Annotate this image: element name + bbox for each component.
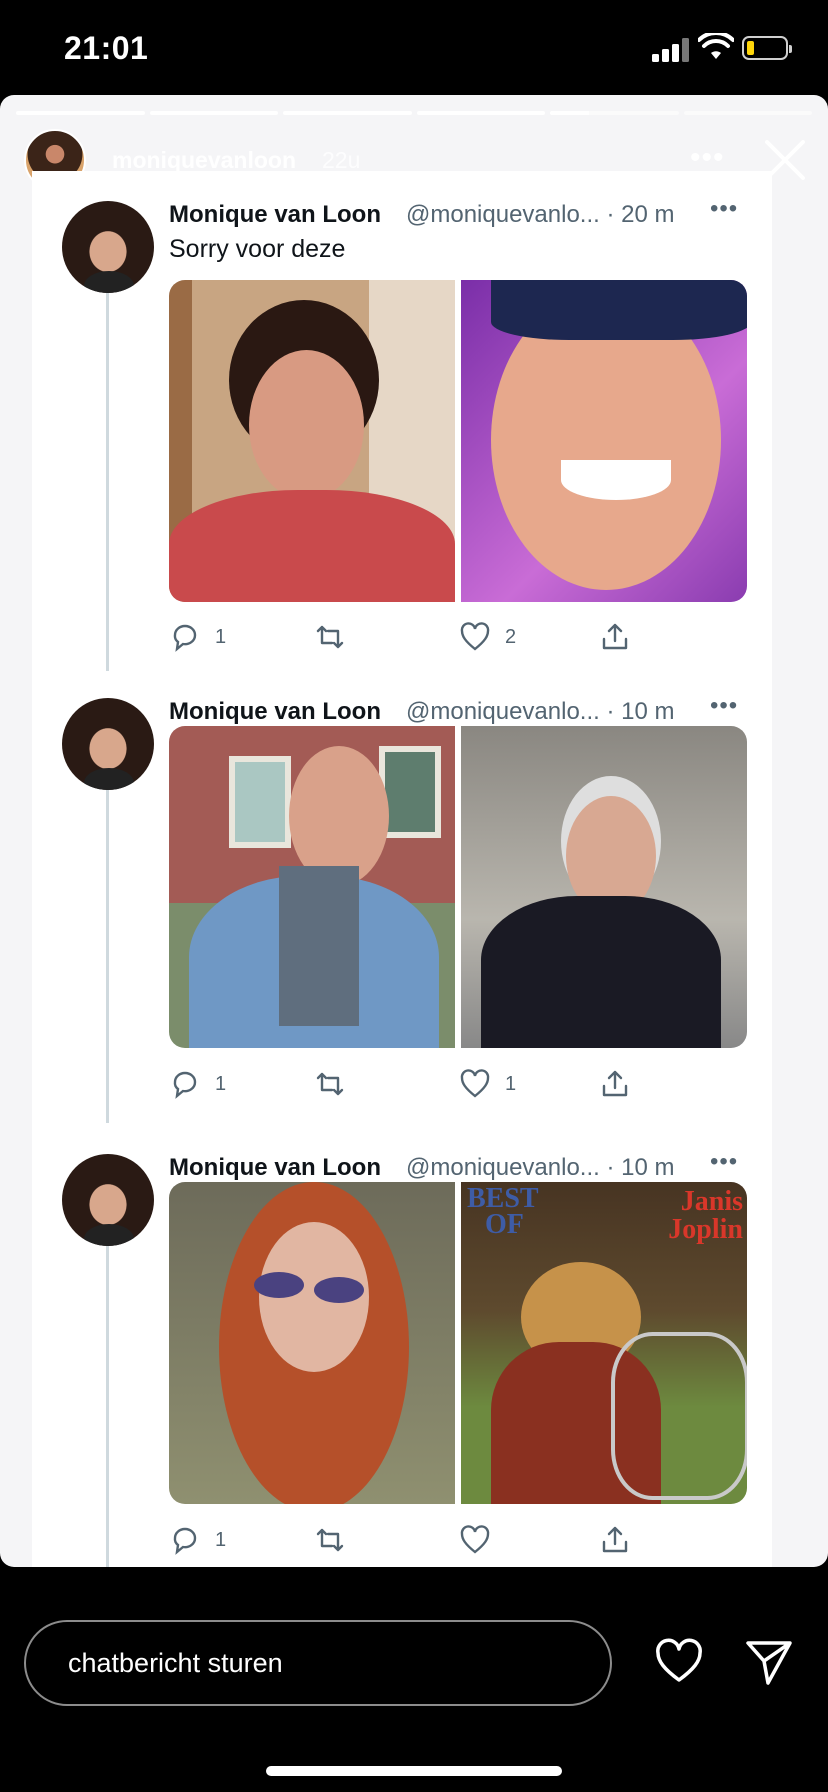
thread-line (106, 271, 109, 671)
tweet-handle-time: @moniquevanlo... · 10 m (406, 1154, 675, 1181)
story-progress (16, 111, 812, 115)
reply-count: 1 (215, 1528, 227, 1551)
like-count: 1 (505, 1072, 517, 1095)
photo-man-glasses (461, 726, 747, 1048)
share-button (599, 1068, 631, 1100)
reply-count: 1 (215, 625, 227, 648)
share-icon (602, 1526, 628, 1553)
avatar (62, 201, 154, 293)
share-button (599, 621, 631, 653)
retweet-button (314, 621, 346, 653)
reply-count: 1 (215, 1072, 227, 1095)
battery-icon (742, 36, 792, 60)
send-icon[interactable] (744, 1637, 794, 1687)
story-progress-segment (683, 111, 812, 115)
status-time: 21:01 (64, 30, 149, 66)
tweet-author-name: Monique van Loon (169, 698, 381, 725)
album-cover-janis-joplin: BEST OF Janis Joplin (461, 1182, 747, 1504)
tweet-text: Sorry voor deze (169, 235, 346, 263)
reply-button: 1 (169, 1524, 226, 1556)
like-button: 1 (459, 1068, 516, 1100)
album-artist-line2: Joplin (668, 1214, 743, 1245)
retweet-icon (316, 1072, 344, 1096)
reply-button: 1 (169, 1068, 226, 1100)
message-input[interactable]: chatbericht sturen (24, 1620, 612, 1706)
message-input-placeholder: chatbericht sturen (68, 1648, 283, 1678)
tweet-more-button: ••• (710, 692, 739, 719)
avatar (62, 698, 154, 790)
share-icon (602, 1070, 628, 1097)
retweet-button (314, 1068, 346, 1100)
photo-man-bandana (461, 280, 747, 602)
story-progress-segment (16, 111, 145, 115)
thread-line (106, 771, 109, 1123)
photo-woman-headband (169, 280, 455, 602)
heart-icon (460, 1525, 490, 1554)
story-progress-segment (550, 111, 679, 115)
album-title-line2: OF (485, 1209, 524, 1240)
wifi-icon (698, 33, 734, 59)
retweet-icon (316, 1528, 344, 1552)
tweet-actions: 1 2 (169, 621, 729, 657)
reply-icon (173, 1527, 197, 1555)
tweet-actions: 1 (169, 1524, 729, 1560)
reply-icon (173, 624, 197, 652)
story-viewer[interactable]: moniquevanloon 22u ••• Monique van Loon … (0, 95, 828, 1567)
tweet-media (169, 726, 747, 1048)
tweet-actions: 1 1 (169, 1068, 729, 1104)
tweet-handle-time: @moniquevanlo... · 20 m (406, 201, 675, 228)
photo-woman-red-hair (169, 1182, 455, 1504)
signal-icon (652, 38, 692, 62)
story-progress-segment (416, 111, 545, 115)
tweet-more-button: ••• (710, 195, 739, 222)
retweet-icon (316, 625, 344, 649)
heart-icon (460, 1069, 490, 1098)
thread-line (106, 1226, 109, 1567)
story-username[interactable]: moniquevanloon (112, 147, 296, 174)
tweet-handle-time: @moniquevanlo... · 10 m (406, 698, 675, 725)
share-button (599, 1524, 631, 1556)
tweet-author-name: Monique van Loon (169, 201, 381, 228)
avatar (62, 1154, 154, 1246)
share-icon (602, 623, 628, 650)
like-count: 2 (505, 625, 517, 648)
story-progress-segment (149, 111, 278, 115)
home-indicator (266, 1766, 562, 1776)
status-bar: 21:01 (0, 0, 828, 95)
like-story-icon[interactable] (654, 1637, 704, 1687)
like-button: 2 (459, 621, 516, 653)
heart-icon (460, 622, 490, 651)
story-age: 22u (322, 147, 361, 173)
album-artist-line1: Janis (680, 1186, 743, 1217)
tweet-media: BEST OF Janis Joplin (169, 1182, 747, 1504)
like-button (459, 1524, 505, 1556)
story-progress-segment (283, 111, 412, 115)
tweet-thread-screenshot: Monique van Loon @moniquevanlo... · 20 m… (32, 171, 772, 1567)
reply-button: 1 (169, 621, 226, 653)
reply-icon (173, 1071, 197, 1099)
photo-man-scarf (169, 726, 455, 1048)
tweet-author-name: Monique van Loon (169, 1154, 381, 1181)
story-more-button[interactable]: ••• (690, 141, 725, 175)
retweet-button (314, 1524, 346, 1556)
tweet-more-button: ••• (710, 1148, 739, 1175)
tweet-media (169, 280, 747, 602)
